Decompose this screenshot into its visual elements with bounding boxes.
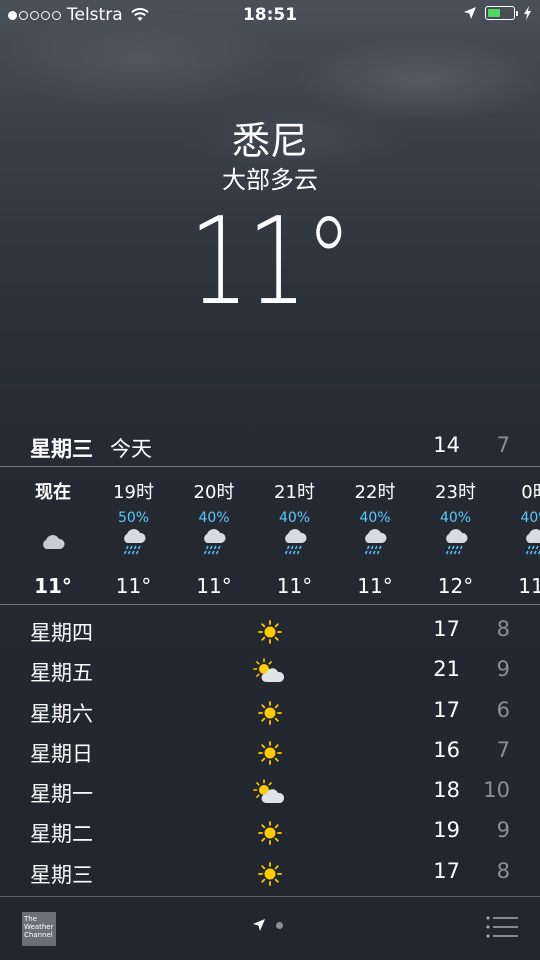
today-day: 星期三	[30, 437, 93, 461]
day-high: 16	[433, 737, 460, 762]
day-name: 星期四	[30, 621, 93, 645]
hourly-item: 23时 40% 12°	[421, 470, 491, 598]
rain-icon	[501, 528, 540, 556]
rain-icon	[179, 528, 249, 556]
hourly-forecast[interactable]: 现在 11° 19时 50% 11° 20时 40% 11° 21时 40% 11° 22时 40% 11…	[0, 470, 540, 602]
hourly-item: 0时 40% 11°	[501, 470, 540, 598]
hour-label: 19时	[113, 482, 154, 503]
precip-chance: 40%	[278, 510, 311, 526]
hour-temperature: 11°	[357, 574, 393, 598]
daily-row: 星期二 19 9	[0, 813, 540, 853]
divider	[0, 604, 540, 605]
current-temperature: 11°	[189, 193, 352, 332]
day-low: 9	[496, 818, 510, 843]
today-summary: 星期三 今天 14 7	[0, 430, 540, 464]
hour-label: 0时	[521, 482, 540, 503]
daily-row: 星期日 16 7	[0, 733, 540, 773]
hour-label: 20时	[193, 482, 235, 503]
daily-row: 星期一 18 10	[0, 773, 540, 813]
day-name: 星期二	[30, 822, 93, 847]
precip-chance: 40%	[198, 510, 230, 526]
precip-chance: 50%	[117, 510, 150, 526]
status-bar: Telstra 18:51	[0, 0, 540, 30]
rain-icon	[99, 528, 169, 556]
hour-label: 现在	[35, 482, 71, 503]
day-low: 9	[496, 657, 510, 682]
battery-icon	[485, 6, 518, 20]
day-low: 8	[496, 617, 510, 641]
hour-temperature: 12°	[437, 574, 474, 598]
sun-icon	[250, 618, 290, 646]
precip-chance: 40%	[520, 510, 540, 526]
hour-label: 23时	[435, 482, 476, 503]
day-name: 星期日	[30, 741, 93, 766]
day-low: 6	[496, 697, 510, 722]
divider	[0, 896, 540, 897]
city-name: 悉尼	[231, 119, 308, 163]
sun-icon	[250, 860, 290, 888]
daily-forecast: 星期四 17 8 星期五 21 9 星期六 17 6 星期日 16 7 星期一 18 10 星期二 19 9 星期三…	[0, 612, 540, 894]
day-high: 17	[433, 617, 460, 641]
status-time: 18:51	[242, 5, 298, 25]
charging-bolt-icon	[524, 6, 531, 20]
sun-icon	[250, 819, 290, 847]
day-low: 10	[483, 778, 510, 803]
daily-row: 星期四 17 8	[0, 612, 540, 652]
cloud-icon	[18, 528, 88, 556]
hourly-item: 20时 40% 11°	[179, 470, 249, 598]
hourly-item: 现在 11°	[18, 470, 88, 598]
day-name: 星期三	[30, 862, 93, 887]
precip-chance: 40%	[359, 510, 391, 526]
day-low: 7	[496, 737, 510, 762]
current-condition: 大部多云	[222, 166, 318, 194]
daily-row: 星期三 17 8	[0, 854, 540, 894]
day-high: 18	[433, 778, 460, 803]
precip-chance	[18, 510, 88, 528]
hourly-item: 19时 50% 11°	[99, 470, 169, 598]
day-high: 17	[433, 858, 460, 883]
day-name: 星期六	[30, 701, 93, 726]
day-high: 19	[433, 818, 460, 843]
bottom-toolbar: The Weather Channel	[0, 898, 540, 960]
today-low: 7	[496, 433, 510, 457]
hourly-item: 21时 40% 11°	[260, 470, 330, 598]
divider	[0, 466, 540, 467]
location-arrow-icon	[253, 919, 265, 931]
hourly-item: 22时 40% 11°	[340, 470, 410, 598]
location-arrow-icon	[464, 7, 476, 19]
hour-label: 22时	[354, 482, 396, 503]
daily-row: 星期五 21 9	[0, 652, 540, 692]
rain-icon	[340, 528, 410, 556]
daily-row: 星期六 17 6	[0, 693, 540, 733]
weather-channel-logo[interactable]: The Weather Channel	[22, 912, 56, 946]
today-label: 今天	[110, 437, 152, 461]
today-high: 14	[433, 433, 460, 457]
rain-icon	[260, 528, 330, 556]
rain-icon	[421, 528, 491, 556]
city-list-icon[interactable]	[486, 916, 518, 938]
day-low: 8	[496, 858, 510, 883]
day-high: 17	[433, 697, 460, 722]
hour-temperature: 11°	[34, 574, 72, 598]
page-dot	[276, 921, 283, 929]
hour-temperature: 11°	[196, 574, 232, 598]
day-name: 星期五	[30, 661, 93, 686]
precip-chance: 40%	[439, 510, 472, 526]
day-high: 21	[433, 657, 460, 682]
sun-icon	[250, 699, 290, 727]
sun-icon	[250, 739, 290, 767]
hour-temperature: 11°	[518, 574, 540, 598]
partly-cloudy-icon	[250, 779, 290, 807]
page-indicator[interactable]	[252, 918, 283, 932]
partly-cloudy-icon	[250, 658, 290, 686]
hour-temperature: 11°	[276, 574, 313, 598]
hour-temperature: 11°	[115, 574, 152, 598]
hour-label: 21时	[274, 482, 315, 503]
day-name: 星期一	[30, 782, 93, 807]
